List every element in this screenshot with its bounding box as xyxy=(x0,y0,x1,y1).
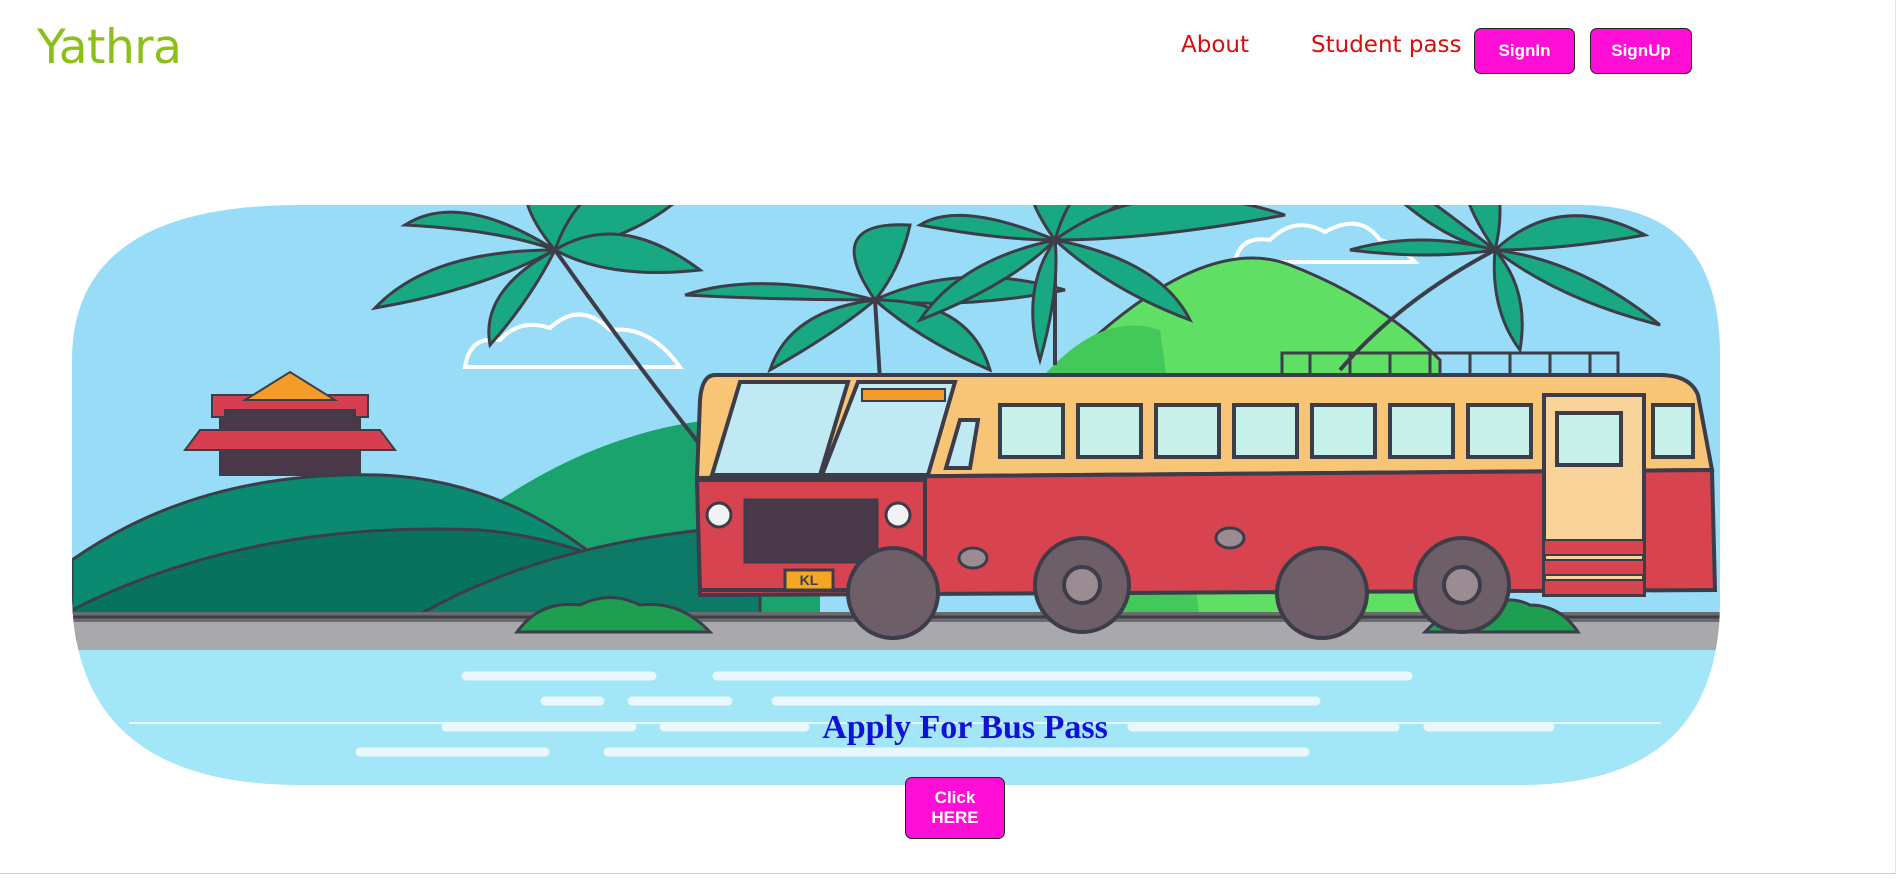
bus-plate-text: KL xyxy=(800,572,819,588)
footer-divider xyxy=(0,873,1896,874)
click-here-line1: Click xyxy=(934,788,976,807)
click-here-line2: HERE xyxy=(931,808,979,827)
apply-bus-pass-title: Apply For Bus Pass xyxy=(822,709,1108,746)
bus-illustration: KL xyxy=(72,205,1720,785)
click-here-button[interactable]: Click HERE xyxy=(905,777,1005,839)
